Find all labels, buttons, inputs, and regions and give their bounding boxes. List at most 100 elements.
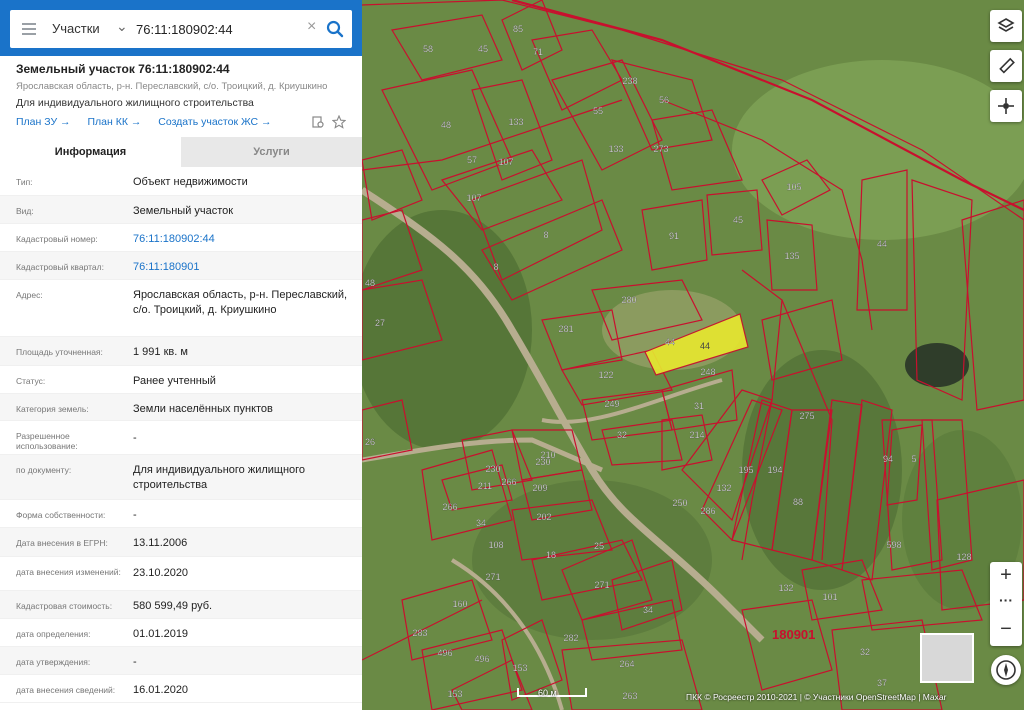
attr-key: Форма собственности: <box>16 510 106 520</box>
measure-button[interactable] <box>990 50 1022 82</box>
parcel-number-label: 496 <box>437 648 452 658</box>
copy-icon[interactable] <box>311 115 325 129</box>
parcel-number-label: 135 <box>784 251 799 261</box>
parcel-number-label: 266 <box>442 502 457 512</box>
attr-key: по документу: <box>16 465 72 475</box>
object-address: Ярославская область, р-н. Переславский, … <box>16 81 328 92</box>
attr-key: Вид: <box>16 206 34 216</box>
parcel-number-label: 286 <box>700 506 715 516</box>
parcel-number-label: 48 <box>365 278 375 288</box>
attr-key: дата определения: <box>16 629 91 639</box>
search-type-select[interactable]: Участки <box>52 21 100 36</box>
parcel-number-label: 282 <box>563 633 578 643</box>
attr-value: Ранее учтенный <box>133 375 216 387</box>
map-attribution: ПКК © Росреестр 2010-2021 | © Участники … <box>686 692 947 702</box>
attr-row: Площадь уточненная: 1 991 кв. м <box>0 337 362 366</box>
parcel-number-label: 32 <box>617 430 627 440</box>
zoom-in-button[interactable]: + <box>990 564 1022 587</box>
more-options-button[interactable]: ··· <box>990 592 1022 608</box>
parcel-number-label: 210 <box>540 450 555 460</box>
parcel-number-label: 45 <box>733 215 743 225</box>
attr-row: по документу: Для индивидуального жилищно… <box>0 455 362 500</box>
compass-button[interactable] <box>991 655 1021 685</box>
attr-value: Для индивидуального жилищного строительс… <box>133 464 306 491</box>
locate-button[interactable] <box>990 90 1022 122</box>
attr-value: 580 599,49 руб. <box>133 600 213 612</box>
parcel-number-label: 598 <box>886 540 901 550</box>
parcel-number-label: 108 <box>488 540 503 550</box>
attr-key: Кадастровая стоимость: <box>16 601 113 611</box>
search-input[interactable] <box>136 19 306 39</box>
ruler-icon <box>999 57 1015 74</box>
object-title: Земельный участок 76:11:180902:44 <box>16 62 230 76</box>
plan-zu-link[interactable]: План ЗУ → <box>16 116 71 128</box>
parcel-number-label: 202 <box>536 512 551 522</box>
parcel-number-label: 94 <box>883 454 893 464</box>
attr-key: Категория земель: <box>16 404 89 414</box>
parcel-number-label: 26 <box>365 437 375 447</box>
attr-row: Разрешенное использование: - <box>0 421 362 455</box>
attr-key: Кадастровый номер: <box>16 234 98 244</box>
chevron-down-icon[interactable]: ⌄ <box>116 18 128 35</box>
search-icon[interactable] <box>326 20 344 38</box>
info-panel: Участки ⌄ × Земельный участок 76:11:1809… <box>0 0 362 710</box>
parcel-number-label: 122 <box>598 370 613 380</box>
attr-value: Объект недвижимости <box>133 176 248 188</box>
cadastral-number-link[interactable]: 76:11:180902:44 <box>133 232 353 247</box>
attr-value: 13.11.2006 <box>133 537 188 549</box>
attr-value: Ярославская область, р-н. Переславский, … <box>133 289 348 316</box>
parcel-number-label: 209 <box>532 483 547 493</box>
attr-value: - <box>133 656 137 668</box>
field-area <box>732 60 1024 240</box>
parcel-number-label: 58 <box>423 44 433 54</box>
map-view[interactable]: 58 45 85 71 238 56 55 48 133 57 273 133 107 107 8 8 105 4… <box>362 0 1024 710</box>
parcel-number-label: 25 <box>594 541 604 551</box>
parcel-number-label: 283 <box>412 628 427 638</box>
attr-value: 23.10.2020 <box>133 567 189 579</box>
parcel-number-label: 105 <box>786 182 801 192</box>
parcel-number-label: 45 <box>478 44 488 54</box>
attr-value: - <box>133 432 137 444</box>
layers-icon <box>997 18 1015 32</box>
attr-value: Земли населённых пунктов <box>133 403 273 415</box>
parcel-number-label: 238 <box>622 76 637 86</box>
parcel-number-label: 194 <box>767 465 782 475</box>
parcel-number-label: 57 <box>467 155 477 165</box>
zoom-out-button[interactable]: − <box>990 618 1022 641</box>
create-parcel-link[interactable]: Создать участок ЖС → <box>158 116 271 128</box>
parcel-number-label: 34 <box>476 518 486 528</box>
attr-row: дата определения: 01.01.2019 <box>0 619 362 647</box>
object-purpose: Для индивидуального жилищного строительс… <box>16 97 254 109</box>
parcel-number-label: 107 <box>498 157 513 167</box>
parcel-number-label: 27 <box>375 318 385 328</box>
parcel-number-label: 91 <box>669 231 679 241</box>
parcel-number-label: 273 <box>653 144 668 154</box>
attr-row: Тип: Объект недвижимости <box>0 167 362 196</box>
attr-row: Кадастровый квартал: 76:11:180901 <box>0 252 362 280</box>
search-box: Участки ⌄ × <box>10 10 352 48</box>
parcel-number-label: 496 <box>474 654 489 664</box>
cadastral-quarter-link[interactable]: 76:11:180901 <box>133 260 353 275</box>
minimap[interactable] <box>920 633 974 683</box>
attr-row: Вид: Земельный участок <box>0 196 362 224</box>
clear-icon[interactable]: × <box>307 18 316 36</box>
parcel-number-label: 160 <box>452 599 467 609</box>
attr-row: Кадастровая стоимость: 580 599,49 руб. <box>0 591 362 619</box>
tab-services[interactable]: Услуги <box>181 137 362 167</box>
star-icon[interactable] <box>332 115 346 129</box>
parcel-number-label: 128 <box>956 552 971 562</box>
parcel-number-label: 101 <box>822 592 837 602</box>
plan-kk-link[interactable]: План КК → <box>87 116 141 128</box>
parcel-number-label: 44 <box>665 337 675 347</box>
parcel-number-label: 8 <box>493 262 498 272</box>
selected-parcel-label: 44 <box>700 341 710 351</box>
attr-value: 01.01.2019 <box>133 628 189 640</box>
tab-information[interactable]: Информация <box>0 137 181 167</box>
satellite-map[interactable]: 58 458571238565548 13357273133107107881054… <box>362 0 1024 710</box>
parcel-number-label: 195 <box>738 465 753 475</box>
layers-button[interactable] <box>990 10 1022 42</box>
menu-icon[interactable] <box>22 23 36 35</box>
search-bar: Участки ⌄ × <box>0 0 362 56</box>
attr-key: Площадь уточненная: <box>16 347 103 357</box>
attr-row: Категория земель: Земли населённых пункто… <box>0 394 362 421</box>
